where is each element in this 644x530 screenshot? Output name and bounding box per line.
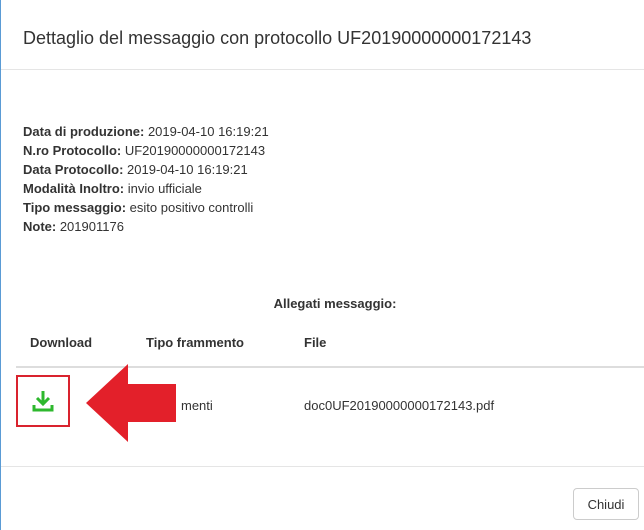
attachments-title: Allegati messaggio: [273,296,397,311]
table-header-row: Download Tipo frammento File [16,322,644,368]
detail-protocol-date: Data Protocollo: 2019-04-10 16:19:21 [23,160,269,179]
detail-label: Tipo messaggio: [23,200,127,215]
message-detail-modal: Dettaglio del messaggio con protocollo U… [0,0,644,530]
column-header-download: Download [30,335,93,350]
message-details: Data di produzione: 2019-04-10 16:19:21 … [23,122,269,236]
column-header-file: File [304,335,327,350]
detail-value: 201901176 [56,219,124,234]
detail-delivery-mode: Modalità Inoltro: invio ufficiale [23,179,269,198]
detail-notes: Note: 201901176 [23,217,269,236]
column-header-fragment-type: Tipo frammento [146,335,244,350]
detail-production-date: Data di produzione: 2019-04-10 16:19:21 [23,122,269,141]
detail-label: Modalità Inoltro: [23,181,125,196]
detail-value: invio ufficiale [124,181,202,196]
cell-fragment-type: menti [181,398,213,413]
modal-footer: Chiudi [1,466,644,530]
download-icon [32,391,54,412]
detail-value: UF20190000000172143 [121,143,266,158]
red-arrow-annotation [86,364,176,442]
detail-label: Data di produzione: [23,124,145,139]
detail-protocol-number: N.ro Protocollo: UF20190000000172143 [23,141,269,160]
detail-value: esito positivo controlli [126,200,254,215]
cell-file-name[interactable]: doc0UF20190000000172143.pdf [304,398,494,413]
modal-title: Dettaglio del messaggio con protocollo U… [23,28,532,48]
detail-message-type: Tipo messaggio: esito positivo controlli [23,198,269,217]
detail-label: Note: [23,219,57,234]
detail-value: 2019-04-10 16:19:21 [123,162,248,177]
detail-label: N.ro Protocollo: [23,143,122,158]
detail-label: Data Protocollo: [23,162,124,177]
close-button[interactable]: Chiudi [573,488,639,520]
modal-header: Dettaglio del messaggio con protocollo U… [1,0,644,70]
download-button[interactable] [16,375,70,427]
detail-value: 2019-04-10 16:19:21 [144,124,269,139]
